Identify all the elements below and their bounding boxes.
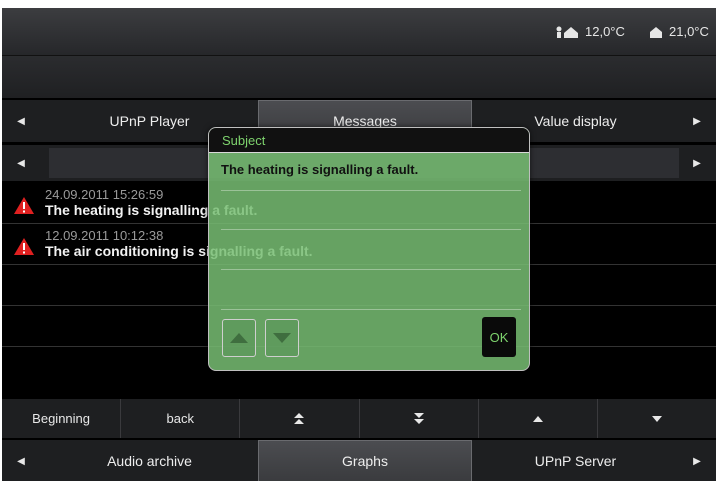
status-bar: 12,0°C 21,0°C	[2, 8, 716, 56]
filter-left-arrow-icon[interactable]: ◀	[2, 145, 40, 181]
back-button[interactable]: back	[121, 399, 241, 438]
down-icon	[651, 415, 662, 422]
navigation-controls: Beginning back	[2, 399, 716, 438]
dialog-divider	[221, 269, 521, 270]
screen: 12,0°C 21,0°C ◀ UPnP Player Messages Val…	[2, 8, 716, 481]
bottom-tab-bar: ◀ Audio archive Graphs UPnP Server ▶	[2, 440, 716, 481]
dialog-scroll-up-button[interactable]	[222, 319, 256, 357]
dialog-scroll-down-button[interactable]	[265, 319, 299, 357]
top-tabs-right-arrow-icon[interactable]: ▶	[678, 100, 716, 142]
indoor-temperature-icon	[650, 26, 662, 38]
up-icon	[230, 333, 248, 343]
dialog-message-text: The heating is signalling a fault.	[221, 162, 419, 177]
page-up-button[interactable]	[240, 399, 360, 438]
dialog-divider	[221, 229, 521, 230]
dialog-divider	[221, 309, 521, 310]
outdoor-temperature-icon	[556, 26, 578, 38]
down-icon	[273, 333, 291, 343]
double-down-icon	[413, 412, 424, 424]
filter-right-arrow-icon[interactable]: ▶	[678, 145, 716, 181]
dialog-subject-label: Subject	[209, 128, 529, 153]
warning-icon	[14, 238, 34, 255]
message-dialog: Subject The heating is signalling a faul…	[208, 127, 530, 371]
ok-button[interactable]: OK	[482, 317, 516, 357]
bottom-tabs-right-arrow-icon[interactable]: ▶	[678, 440, 716, 481]
double-up-icon	[294, 412, 305, 424]
up-icon	[532, 415, 543, 422]
message-timestamp: 12.09.2011 10:12:38	[45, 228, 164, 243]
beginning-button[interactable]: Beginning	[2, 399, 122, 438]
tab-audio-archive[interactable]: Audio archive	[42, 440, 257, 481]
top-tabs-left-arrow-icon[interactable]: ◀	[2, 100, 40, 142]
page-down-button[interactable]	[360, 399, 479, 438]
indoor-temperature: 21,0°C	[649, 24, 709, 39]
bottom-tabs-left-arrow-icon[interactable]: ◀	[2, 440, 40, 481]
line-up-button[interactable]	[479, 399, 598, 438]
outdoor-temperature-value: 12,0°C	[585, 24, 625, 39]
indoor-temperature-value: 21,0°C	[669, 24, 709, 39]
message-timestamp: 24.09.2011 15:26:59	[45, 187, 164, 202]
warning-icon	[14, 197, 34, 214]
tab-graphs[interactable]: Graphs	[258, 440, 472, 481]
header-band	[2, 56, 716, 98]
tab-upnp-server[interactable]: UPnP Server	[473, 440, 678, 481]
dialog-divider	[221, 190, 521, 191]
line-down-button[interactable]	[598, 399, 716, 438]
outdoor-temperature: 12,0°C	[555, 24, 625, 39]
